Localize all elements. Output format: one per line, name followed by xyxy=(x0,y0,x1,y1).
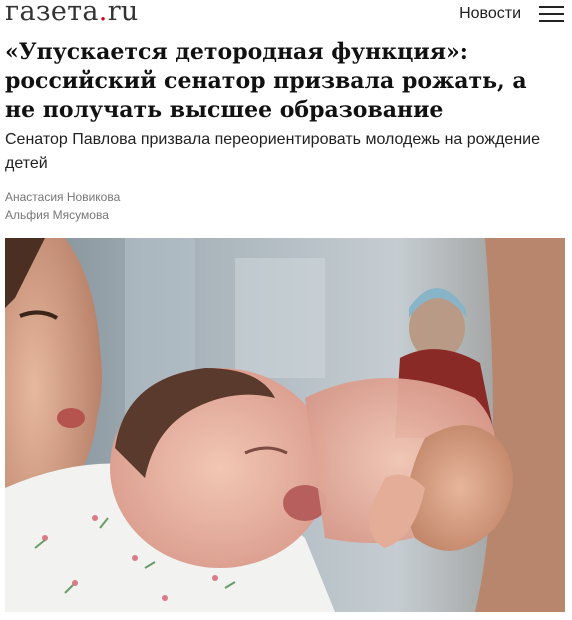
menu-line xyxy=(539,20,564,22)
logo-text: газета xyxy=(5,0,99,27)
nav-news-link[interactable]: Новости xyxy=(459,4,521,24)
menu-line xyxy=(539,6,564,8)
article-photo xyxy=(5,238,565,612)
article-authors: Анастасия Новикова Альфия Мясумова xyxy=(5,188,120,224)
site-logo[interactable]: газета.ru xyxy=(5,0,139,30)
site-header: газета.ru Новости xyxy=(0,0,572,32)
hamburger-menu-icon[interactable] xyxy=(539,6,564,22)
logo-tld: ru xyxy=(107,0,139,27)
author-link[interactable]: Анастасия Новикова xyxy=(5,188,120,206)
article-subtitle: Сенатор Павлова призвала переориентирова… xyxy=(5,131,540,172)
menu-line xyxy=(539,13,564,15)
author-link[interactable]: Альфия Мясумова xyxy=(5,206,120,224)
article-title: «Упускается детородная функция»: российс… xyxy=(5,39,527,123)
photo-illustration xyxy=(5,238,565,612)
logo-dot: . xyxy=(98,0,108,27)
